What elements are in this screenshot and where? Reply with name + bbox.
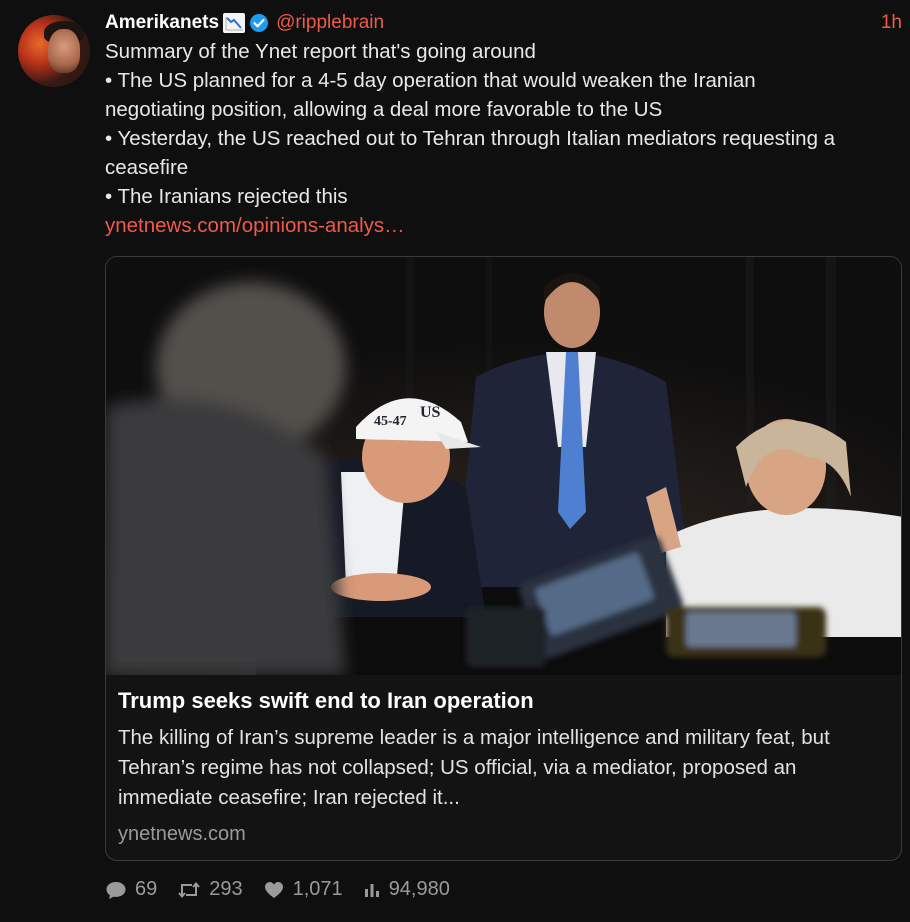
heart-icon	[264, 881, 283, 898]
repost-icon	[178, 881, 201, 898]
avatar-face	[48, 29, 80, 73]
post-time[interactable]: 1h	[881, 12, 902, 34]
user-handle[interactable]: @ripplebrain	[276, 12, 384, 34]
post-line: negotiating position, allowing a deal mo…	[105, 98, 663, 121]
like-button[interactable]: 1,071	[263, 878, 343, 901]
post-line: • The Iranians rejected this	[105, 185, 348, 208]
like-count: 1,071	[292, 878, 343, 900]
post-line: • Yesterday, the US reached out to Tehra…	[105, 127, 836, 150]
repost-button[interactable]: 293	[177, 878, 243, 901]
chart-decreasing-icon	[223, 13, 246, 33]
reply-count: 69	[135, 878, 158, 900]
post-text: Summary of the Ynet report that's going …	[105, 37, 902, 240]
hat-text-right: US	[420, 404, 441, 421]
bar-chart-icon	[364, 883, 379, 897]
views-button[interactable]: 94,980	[363, 878, 450, 901]
post-line: • The US planned for a 4-5 day operation…	[105, 69, 756, 92]
hat-text-left: 45-47	[374, 414, 407, 429]
tweet: Amerikanets @ripplebrain 1h Summary of t…	[0, 0, 910, 922]
verified-icon	[249, 13, 269, 33]
reply-button[interactable]: 69	[105, 878, 157, 901]
tweet-content: Amerikanets @ripplebrain 1h Summary of t…	[105, 8, 902, 900]
reply-icon	[106, 881, 126, 899]
post-link[interactable]: ynetnews.com/opinions-analys…	[105, 211, 902, 240]
card-description: The killing of Iran’s supreme leader is …	[118, 726, 830, 809]
tweet-header: Amerikanets @ripplebrain 1h	[105, 8, 902, 38]
card-title[interactable]: Trump seeks swift end to Iran operation	[118, 687, 889, 715]
action-bar: 69 293 1,071 94,980	[105, 878, 470, 901]
avatar[interactable]	[18, 15, 90, 87]
view-count: 94,980	[388, 878, 450, 900]
display-name[interactable]: Amerikanets	[105, 12, 219, 34]
link-preview-card[interactable]: 45-47 US Trump seeks swift end to Iran o…	[105, 256, 902, 861]
card-body: Trump seeks swift end to Iran operation …	[106, 675, 901, 846]
post-line: ceasefire	[105, 156, 189, 179]
card-image[interactable]: 45-47 US	[106, 257, 901, 675]
repost-count: 293	[209, 878, 243, 900]
card-domain: ynetnews.com	[118, 823, 246, 845]
post-line: Summary of the Ynet report that's going …	[105, 40, 536, 63]
